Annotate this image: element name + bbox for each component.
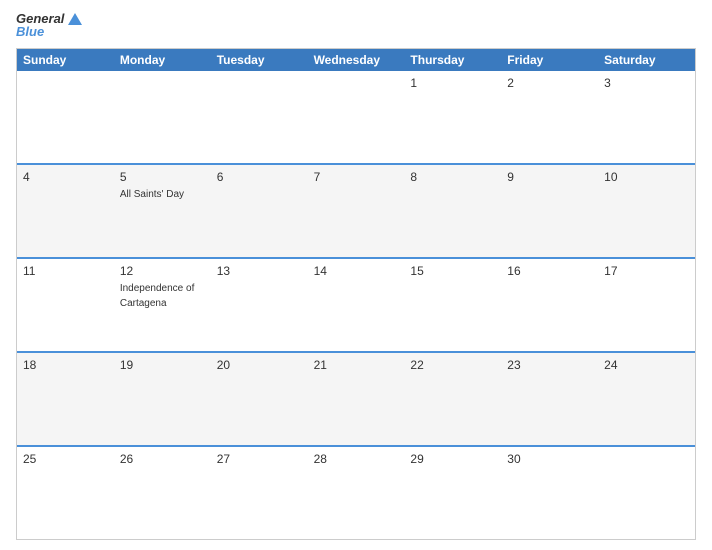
- day-number: 20: [217, 358, 302, 372]
- day-cell: 30: [501, 447, 598, 539]
- day-cell: 25: [17, 447, 114, 539]
- logo-blue-text: Blue: [16, 25, 44, 39]
- day-cell: 10: [598, 165, 695, 257]
- event-text: Independence of Cartagena: [120, 283, 195, 309]
- day-cell: 12 Independence of Cartagena: [114, 259, 211, 351]
- day-number: 19: [120, 358, 205, 372]
- header: General Blue: [16, 12, 696, 40]
- day-cell: 26: [114, 447, 211, 539]
- logo: General Blue: [16, 12, 82, 40]
- day-cell: 15: [404, 259, 501, 351]
- day-number: 24: [604, 358, 689, 372]
- day-cell: 7: [308, 165, 405, 257]
- day-number: 15: [410, 264, 495, 278]
- day-number: 6: [217, 170, 302, 184]
- day-cell: 1: [404, 71, 501, 163]
- day-number: 3: [604, 76, 689, 90]
- day-cell: 2: [501, 71, 598, 163]
- event-text: All Saints' Day: [120, 189, 184, 200]
- day-cell: 17: [598, 259, 695, 351]
- week-5: 25 26 27 28 29 30: [17, 445, 695, 539]
- day-cell: [17, 71, 114, 163]
- header-friday: Friday: [501, 49, 598, 71]
- day-cell: 3: [598, 71, 695, 163]
- day-cell: 16: [501, 259, 598, 351]
- day-cell: 23: [501, 353, 598, 445]
- day-cell: 6: [211, 165, 308, 257]
- day-cell: 11: [17, 259, 114, 351]
- day-cell: 27: [211, 447, 308, 539]
- calendar-grid: Sunday Monday Tuesday Wednesday Thursday…: [16, 48, 696, 540]
- day-cell: 20: [211, 353, 308, 445]
- week-2: 45 All Saints' Day 6789 10: [17, 163, 695, 257]
- day-number: 29: [410, 452, 495, 466]
- day-cell: 13: [211, 259, 308, 351]
- day-number: 26: [120, 452, 205, 466]
- day-cell: 4: [17, 165, 114, 257]
- day-cell: 8: [404, 165, 501, 257]
- day-number: 8: [410, 170, 495, 184]
- day-cell: [114, 71, 211, 163]
- day-number: 9: [507, 170, 592, 184]
- header-sunday: Sunday: [17, 49, 114, 71]
- day-headers: Sunday Monday Tuesday Wednesday Thursday…: [17, 49, 695, 71]
- day-number: 21: [314, 358, 399, 372]
- day-cell: 28: [308, 447, 405, 539]
- day-number: 7: [314, 170, 399, 184]
- day-cell: 14: [308, 259, 405, 351]
- day-number: 5: [120, 170, 205, 184]
- day-number: 1: [410, 76, 495, 90]
- day-cell: 19: [114, 353, 211, 445]
- calendar-page: General Blue Sunday Monday Tuesday Wedne…: [0, 0, 712, 550]
- day-cell: 5 All Saints' Day: [114, 165, 211, 257]
- header-tuesday: Tuesday: [211, 49, 308, 71]
- day-cell: 18: [17, 353, 114, 445]
- day-cell: 24: [598, 353, 695, 445]
- day-number: 30: [507, 452, 592, 466]
- day-number: 17: [604, 264, 689, 278]
- day-number: 2: [507, 76, 592, 90]
- day-number: 23: [507, 358, 592, 372]
- week-1: 123: [17, 71, 695, 163]
- day-number: 4: [23, 170, 108, 184]
- day-cell: 22: [404, 353, 501, 445]
- day-number: 16: [507, 264, 592, 278]
- day-number: 11: [23, 264, 108, 278]
- day-cell: 9: [501, 165, 598, 257]
- weeks-container: 12345All Saints' Day6789101112Independen…: [17, 71, 695, 539]
- day-number: 28: [314, 452, 399, 466]
- week-3: 11 12 Independence of Cartagena 13 14 15 16 17: [17, 257, 695, 351]
- week-4: 18 19 20 21 22 23 24: [17, 351, 695, 445]
- day-number: 10: [604, 170, 689, 184]
- day-number: 12: [120, 264, 205, 278]
- header-wednesday: Wednesday: [308, 49, 405, 71]
- day-number: 22: [410, 358, 495, 372]
- day-cell: [598, 447, 695, 539]
- day-cell: [211, 71, 308, 163]
- day-cell: 21: [308, 353, 405, 445]
- day-cell: [308, 71, 405, 163]
- header-saturday: Saturday: [598, 49, 695, 71]
- day-number: 25: [23, 452, 108, 466]
- day-cell: 29: [404, 447, 501, 539]
- day-number: 14: [314, 264, 399, 278]
- day-number: 18: [23, 358, 108, 372]
- header-monday: Monday: [114, 49, 211, 71]
- day-number: 13: [217, 264, 302, 278]
- day-number: 27: [217, 452, 302, 466]
- header-thursday: Thursday: [404, 49, 501, 71]
